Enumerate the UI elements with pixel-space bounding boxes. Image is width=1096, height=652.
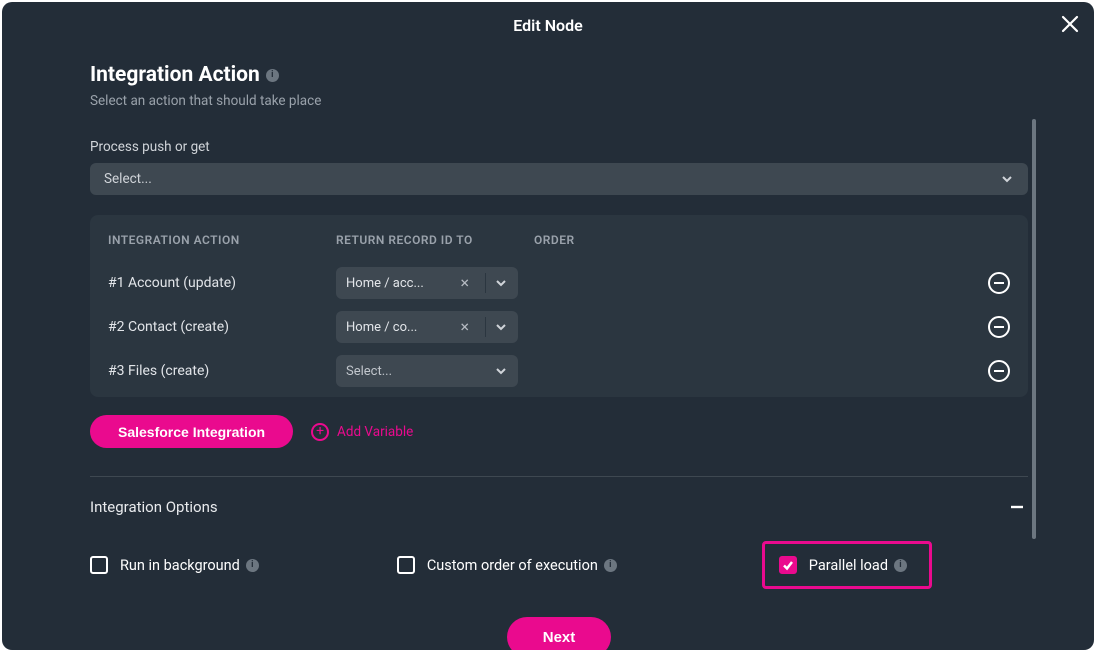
chevron-down-icon: [494, 276, 508, 290]
run-in-background-option[interactable]: Run in background i: [90, 556, 259, 574]
add-variable-button[interactable]: Add Variable: [311, 423, 413, 441]
return-value: Home / acc...: [346, 276, 450, 291]
remove-row-button[interactable]: [988, 272, 1010, 294]
divider: [90, 476, 1028, 477]
minus-icon: [1010, 500, 1024, 514]
chevron-down-icon: [494, 364, 508, 378]
section-title: Integration Action i: [90, 63, 279, 87]
options-title: Integration Options: [90, 498, 218, 516]
return-value: Home / co...: [346, 320, 450, 335]
checkbox-label: Parallel load i: [809, 557, 907, 574]
checkbox-icon: [397, 556, 415, 574]
clear-icon[interactable]: ×: [456, 319, 473, 335]
process-select-placeholder: Select...: [104, 171, 152, 187]
info-icon[interactable]: i: [894, 559, 907, 572]
return-select[interactable]: Select...: [336, 355, 518, 387]
dialog-header: Edit Node: [2, 2, 1094, 47]
info-icon[interactable]: i: [246, 559, 259, 572]
edit-node-dialog: Edit Node Integration Action i Select an…: [2, 2, 1094, 650]
scrollbar[interactable]: [1032, 119, 1036, 539]
actions-row: Salesforce Integration Add Variable: [90, 415, 1028, 448]
return-placeholder: Select...: [346, 364, 488, 379]
collapse-button[interactable]: [1006, 495, 1028, 519]
header-action: INTEGRATION ACTION: [108, 233, 336, 247]
parallel-load-option[interactable]: Parallel load i: [779, 556, 907, 574]
row-action-label: #2 Contact (create): [108, 319, 336, 335]
table-row: #1 Account (update) Home / acc... ×: [108, 261, 1010, 305]
dialog-title: Edit Node: [2, 16, 1094, 35]
plus-circle-icon: [311, 423, 329, 441]
integration-table: INTEGRATION ACTION RETURN RECORD ID TO O…: [90, 215, 1028, 397]
section-title-text: Integration Action: [90, 63, 260, 87]
process-select[interactable]: Select...: [90, 163, 1028, 195]
return-select[interactable]: Home / acc... ×: [336, 267, 518, 299]
return-select[interactable]: Home / co... ×: [336, 311, 518, 343]
row-action-label: #1 Account (update): [108, 275, 336, 291]
chevron-down-icon: [1000, 172, 1014, 186]
process-label: Process push or get: [90, 139, 1028, 155]
checkbox-icon: [779, 556, 797, 574]
checkbox-icon: [90, 556, 108, 574]
table-row: #2 Contact (create) Home / co... ×: [108, 305, 1010, 349]
checkbox-label: Run in background i: [120, 557, 259, 574]
header-order: ORDER: [534, 233, 976, 247]
remove-row-button[interactable]: [988, 316, 1010, 338]
remove-row-button[interactable]: [988, 360, 1010, 382]
chevron-down-icon: [494, 320, 508, 334]
add-variable-label: Add Variable: [337, 424, 413, 440]
clear-icon[interactable]: ×: [456, 275, 473, 291]
header-return: RETURN RECORD ID TO: [336, 233, 534, 247]
table-header: INTEGRATION ACTION RETURN RECORD ID TO O…: [108, 233, 1010, 247]
section-subtitle: Select an action that should take place: [90, 93, 1028, 109]
close-button[interactable]: [1056, 10, 1084, 38]
salesforce-integration-button[interactable]: Salesforce Integration: [90, 415, 293, 448]
info-icon[interactable]: i: [266, 69, 279, 82]
options-row: Run in background i Custom order of exec…: [90, 541, 1028, 589]
info-icon[interactable]: i: [604, 559, 617, 572]
checkbox-label: Custom order of execution i: [427, 557, 617, 574]
row-action-label: #3 Files (create): [108, 363, 336, 379]
table-row: #3 Files (create) Select...: [108, 349, 1010, 393]
custom-order-option[interactable]: Custom order of execution i: [397, 556, 617, 574]
parallel-load-highlight: Parallel load i: [762, 541, 932, 589]
dialog-body: Integration Action i Select an action th…: [2, 47, 1094, 650]
options-header: Integration Options: [90, 495, 1028, 519]
next-button[interactable]: Next: [507, 617, 612, 650]
close-icon: [1061, 15, 1079, 33]
